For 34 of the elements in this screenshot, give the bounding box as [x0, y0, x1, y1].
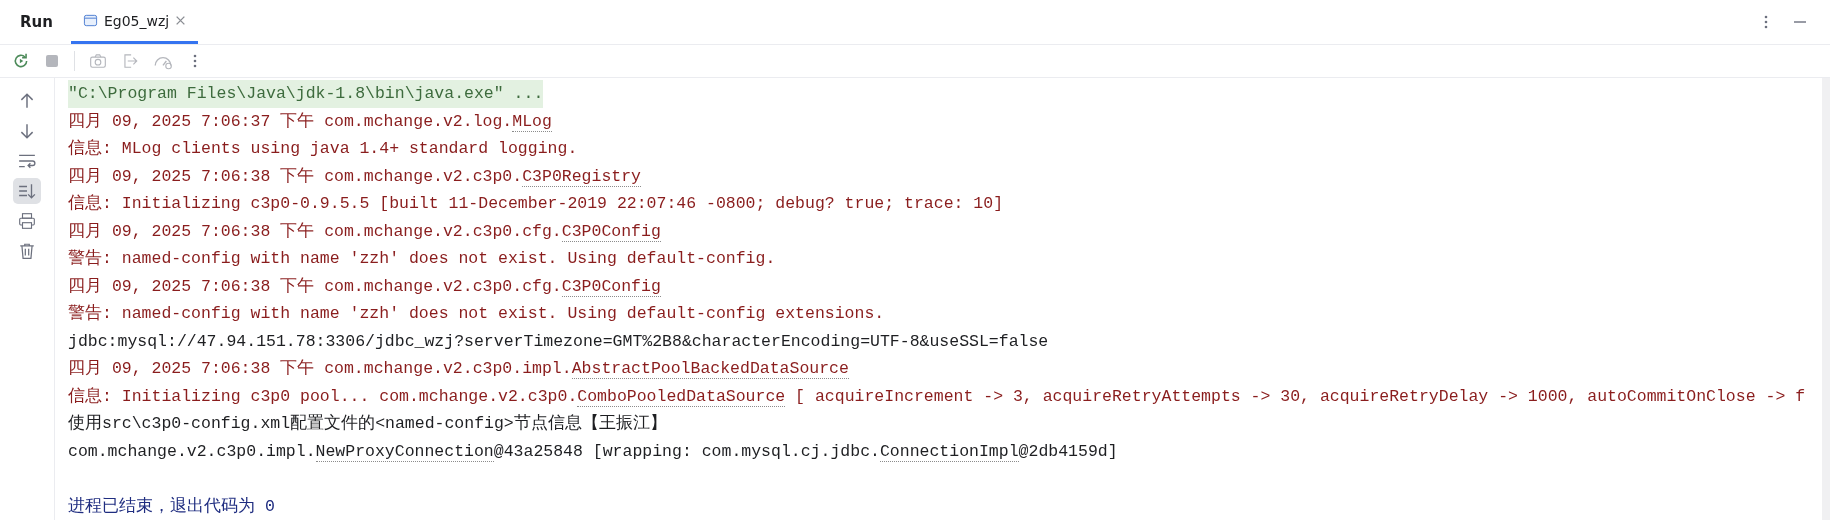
- soft-wrap-icon[interactable]: [18, 152, 36, 170]
- console-line: 警告: named-config with name 'zzh' does not exist. Using default-config.: [68, 248, 776, 270]
- class-link[interactable]: C3P0Config: [561, 276, 661, 297]
- console-line: jdbc:mysql://47.94.151.78:3306/jdbc_wzj?serverTimezone=GMT%2B8&characterEncoding=UTF-8&useSSL=false: [68, 330, 1049, 353]
- window-icon: [82, 13, 98, 28]
- console-line: 信息: Initializing c3p0 pool... com.mchange.v2.c3p0.ComboPooledDataSource [ acquireIncrement -> 3, acquireRetryAttempts -> 30, acquireRetryDelay -> 1000, autoCommitOnClose -> f: [68, 385, 1806, 409]
- print-icon[interactable]: [18, 212, 36, 230]
- console-line: 信息: Initializing c3p0-0.9.5.5 [built 11-December-2019 22:07:46 -0800; debug? true; trace: 10]: [68, 193, 1004, 215]
- rerun-icon[interactable]: [12, 52, 30, 70]
- console-line: 信息: MLog clients using java 1.4+ standard logging.: [68, 138, 578, 160]
- console-line: 警告: named-config with name 'zzh' does not exist. Using default-config extensions.: [68, 303, 885, 325]
- console-line: 四月 09, 2025 7:06:38 下午 com.mchange.v2.c3p0.impl.AbstractPoolBackedDataSource: [68, 358, 849, 381]
- console-line: 四月 09, 2025 7:06:38 下午 com.mchange.v2.c3p0.cfg.C3P0Config: [68, 275, 661, 299]
- class-link[interactable]: AbstractPoolBackedDataSource: [571, 359, 849, 379]
- console-line: 使用src\c3p0-config.xml配置文件的<named-config>节点信息【王振江】: [68, 413, 667, 435]
- console-line: com.mchange.v2.c3p0.impl.NewProxyConnection@43a25848 [wrapping: com.mysql.cj.jdbc.ConnectionImpl@2db4159d]: [68, 440, 1118, 464]
- console-line: 四月 09, 2025 7:06:37 下午 com.mchange.v2.log.MLog: [68, 110, 552, 134]
- up-arrow-icon[interactable]: [18, 92, 36, 110]
- class-link[interactable]: MLog: [512, 111, 552, 132]
- class-link[interactable]: NewProxyConnection: [315, 441, 494, 462]
- scroll-to-end-icon: [18, 182, 36, 200]
- panel-title: Run: [20, 13, 53, 31]
- run-tab[interactable]: Eg05_wzj: [70, 0, 199, 44]
- console-line: 四月 09, 2025 7:06:38 下午 com.mchange.v2.c3p0.C3P0Registry: [68, 165, 641, 189]
- close-icon[interactable]: [175, 15, 187, 26]
- class-link[interactable]: C3P0Config: [561, 221, 661, 242]
- console-line: 进程已结束，退出代码为 0: [68, 495, 275, 518]
- console-line: 四月 09, 2025 7:06:38 下午 com.mchange.v2.c3p0.cfg.C3P0Config: [68, 220, 661, 244]
- class-link[interactable]: ConnectionImpl: [879, 441, 1019, 462]
- trash-icon[interactable]: [18, 242, 36, 260]
- down-arrow-icon[interactable]: [18, 122, 36, 140]
- scroll-to-end-button[interactable]: [13, 178, 41, 204]
- class-link[interactable]: ComboPooledDataSource: [577, 386, 786, 407]
- class-link[interactable]: C3P0Registry: [522, 166, 641, 187]
